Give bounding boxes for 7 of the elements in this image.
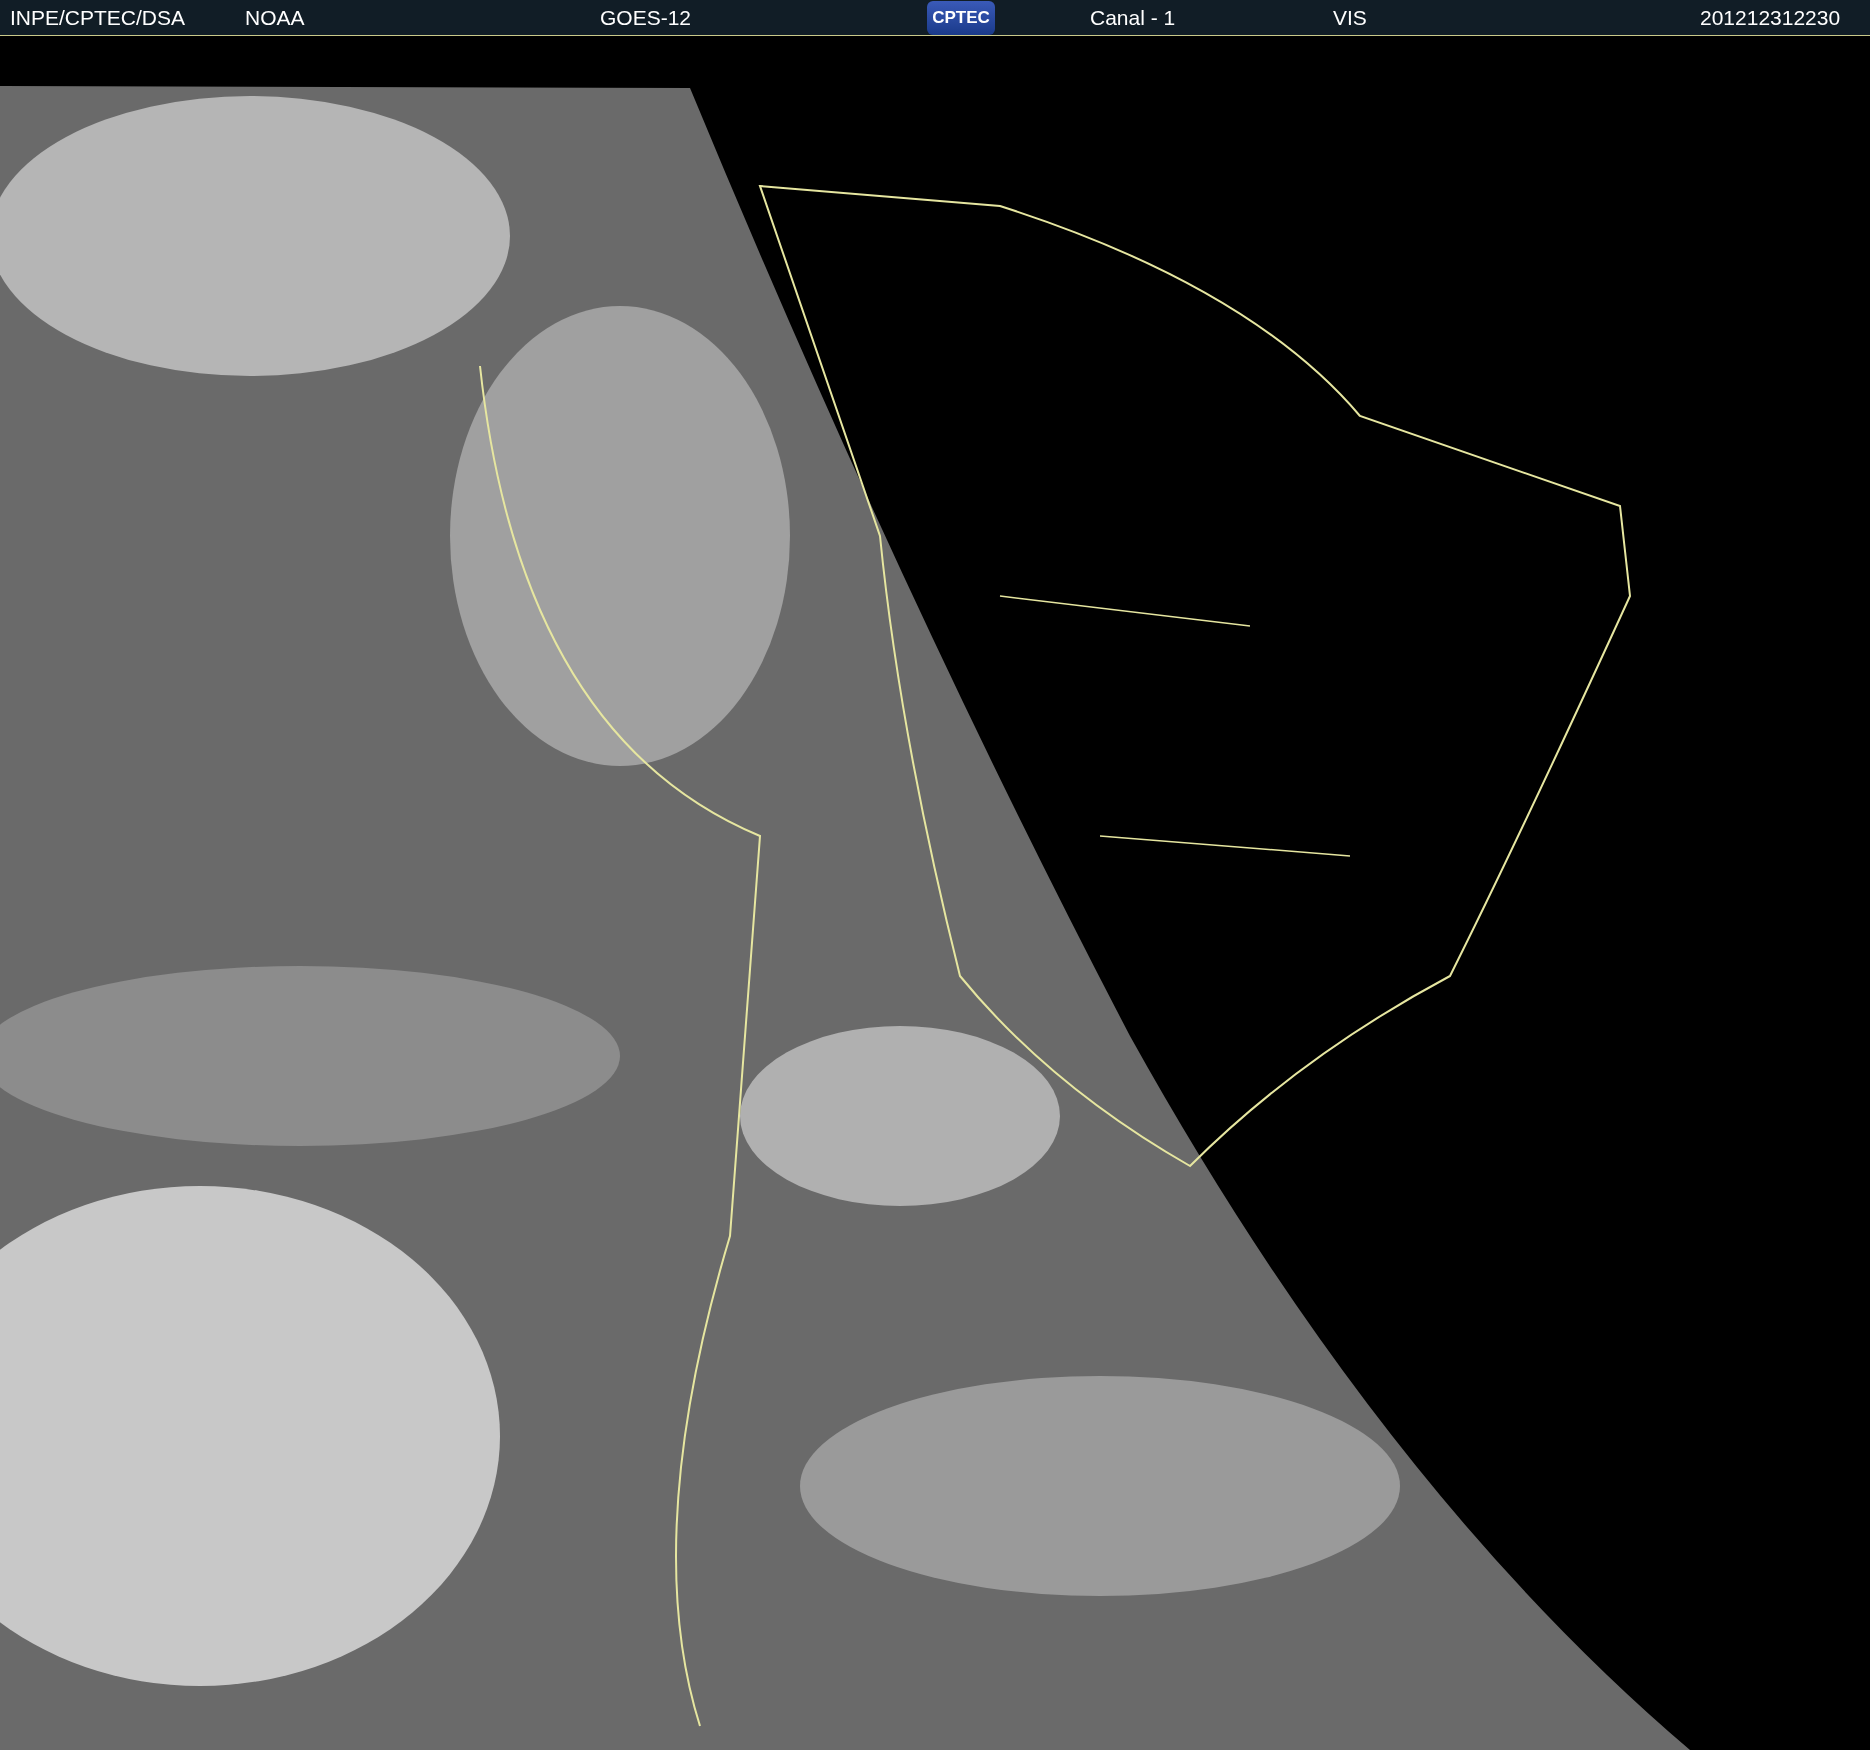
agency-label: NOAA — [245, 5, 306, 30]
satellite-label: GOES-12 — [600, 5, 693, 30]
channel-label: Canal - 1 — [1090, 5, 1177, 30]
band-label: VIS — [1333, 5, 1368, 30]
logo: CPTEC — [927, 0, 995, 35]
timestamp-label: 201212312230 — [1700, 5, 1841, 30]
source-label: INPE/CPTEC/DSA — [10, 5, 187, 30]
